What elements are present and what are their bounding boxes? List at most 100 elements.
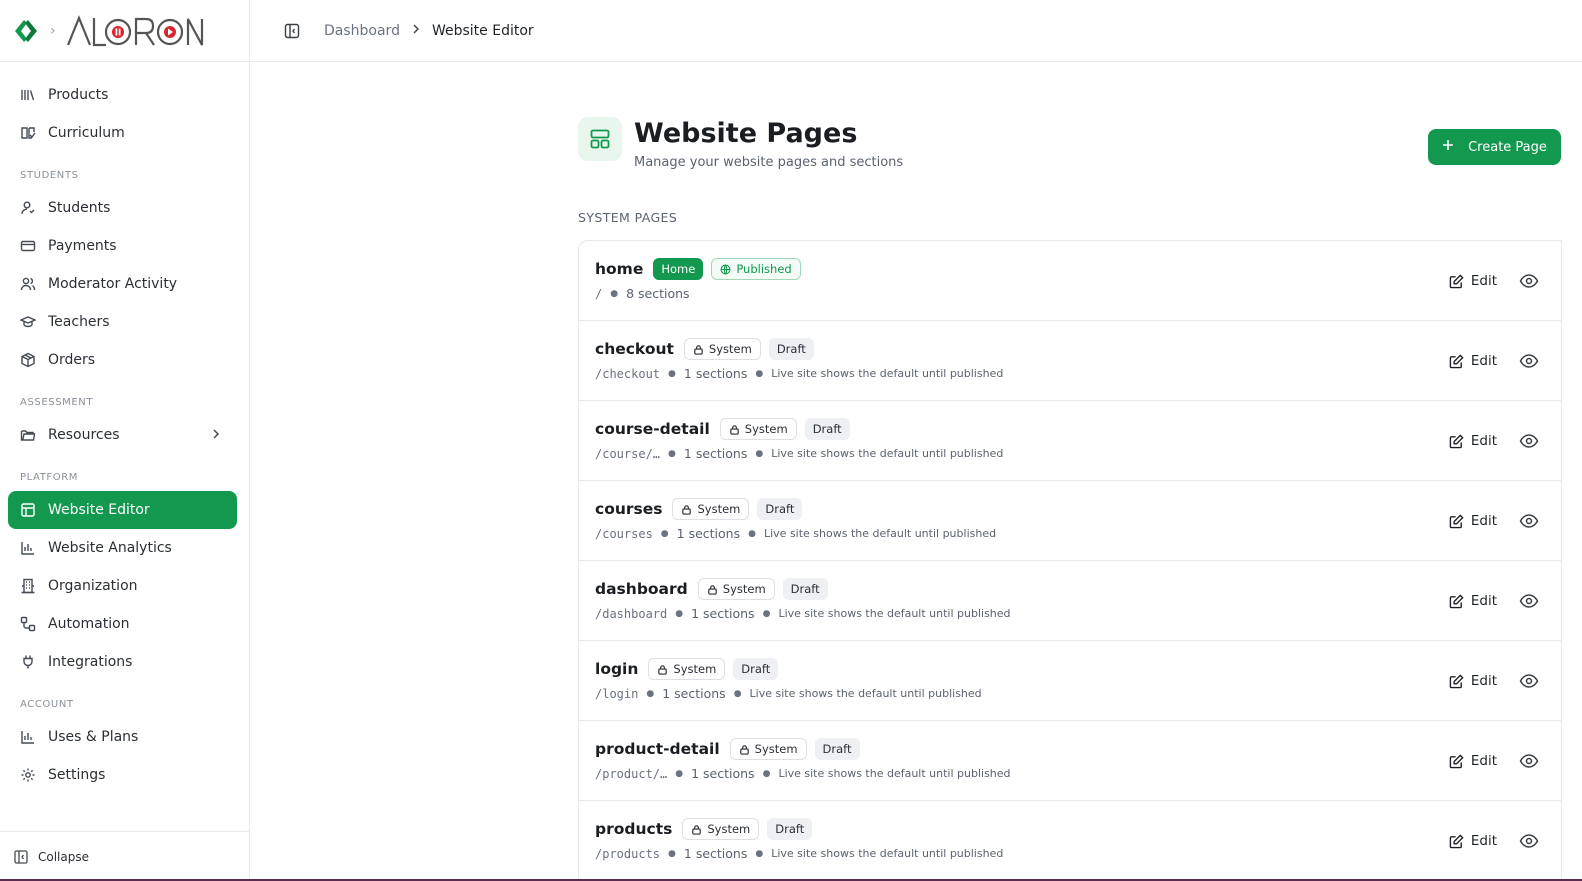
- page-sections-count: 8 sections: [626, 286, 690, 301]
- sidebar-item-automation[interactable]: Automation: [8, 605, 237, 643]
- page-sections-count: 1 sections: [683, 366, 748, 381]
- sidebar-item-orders[interactable]: Orders: [8, 341, 237, 379]
- plug-icon: [20, 654, 36, 670]
- sidebar-item-curriculum[interactable]: Curriculum: [8, 114, 237, 152]
- app: › Products Curriculum STUDENTS Students …: [0, 0, 1582, 881]
- page-sections-count: 1 sections: [662, 686, 726, 701]
- sidebar-item-website-analytics[interactable]: Website Analytics: [8, 529, 237, 567]
- edit-button[interactable]: Edit: [1449, 833, 1497, 849]
- separator-dot: ●: [668, 368, 676, 379]
- page-row-checkout[interactable]: checkout System Draft/checkout ● 1 sections ●…: [579, 321, 1561, 401]
- badge-label: System: [754, 742, 798, 756]
- edit-icon: [1449, 673, 1464, 689]
- page-row-course-detail[interactable]: course-detail System Draft/course/… ● 1 sect…: [579, 401, 1561, 481]
- sidebar-item-integrations[interactable]: Integrations: [8, 643, 237, 681]
- edit-button[interactable]: Edit: [1449, 273, 1497, 289]
- page-row-meta: /products ● 1 sections ● Live site shows the…: [595, 846, 1561, 861]
- book-open-icon: [20, 125, 36, 141]
- page-row-meta: /dashboard ● 1 sections ● Live site shows th…: [595, 606, 1561, 621]
- page-row-header: home Home Published: [595, 258, 1561, 280]
- preview-eye-icon[interactable]: [1519, 591, 1539, 611]
- edit-label: Edit: [1470, 433, 1497, 449]
- edit-button[interactable]: Edit: [1449, 433, 1497, 449]
- preview-eye-icon[interactable]: [1519, 431, 1539, 451]
- sidebar-item-uses-plans[interactable]: Uses & Plans: [8, 718, 237, 756]
- badge-label: Draft: [812, 422, 842, 436]
- brand: ›: [0, 0, 249, 62]
- draft-badge: Draft: [767, 818, 813, 840]
- lock-icon: [707, 584, 718, 595]
- sidebar-item-label: Teachers: [48, 314, 110, 330]
- page-row-login[interactable]: login System Draft/login ● 1 sections ● Live s…: [579, 641, 1561, 721]
- edit-button[interactable]: Edit: [1449, 593, 1497, 609]
- collapse-label: Collapse: [38, 849, 89, 864]
- page-row-actions: Edit: [1449, 591, 1539, 611]
- system-badge: System: [683, 338, 761, 360]
- page-row-actions: Edit: [1449, 351, 1539, 371]
- page-row-actions: Edit: [1449, 751, 1539, 771]
- preview-eye-icon[interactable]: [1519, 671, 1539, 691]
- collapse-button[interactable]: Collapse: [0, 831, 249, 881]
- brand-wordmark: [66, 14, 206, 48]
- sidebar-item-products[interactable]: Products: [8, 76, 237, 114]
- draft-badge: Draft: [757, 498, 803, 520]
- create-page-button[interactable]: Create Page: [1428, 129, 1561, 165]
- breadcrumb-dashboard[interactable]: Dashboard: [324, 23, 400, 39]
- sidebar-item-teachers[interactable]: Teachers: [8, 303, 237, 341]
- sidebar-item-resources[interactable]: Resources: [8, 416, 237, 454]
- sidebar-item-students[interactable]: Students: [8, 189, 237, 227]
- separator-dot: ●: [675, 768, 684, 779]
- sidebar-toggle-icon[interactable]: [284, 23, 300, 39]
- chevron-right-icon[interactable]: [209, 427, 223, 445]
- edit-label: Edit: [1470, 513, 1497, 529]
- edit-button[interactable]: Edit: [1449, 753, 1497, 769]
- edit-label: Edit: [1470, 833, 1497, 849]
- page-row-product-detail[interactable]: product-detail System Draft/product/… ● 1 se…: [579, 721, 1561, 801]
- lock-icon: [739, 744, 750, 755]
- preview-eye-icon[interactable]: [1519, 751, 1539, 771]
- logo-icon[interactable]: [12, 17, 40, 45]
- separator-dot: ●: [755, 848, 764, 859]
- sidebar-item-payments[interactable]: Payments: [8, 227, 237, 265]
- sidebar-item-moderator-activity[interactable]: Moderator Activity: [8, 265, 237, 303]
- page-row-courses[interactable]: courses System Draft/courses ● 1 sections ● Li…: [579, 481, 1561, 561]
- page-row-home[interactable]: home Home Published / ● 8 sections Edit: [579, 241, 1561, 321]
- sidebar-item-settings[interactable]: Settings: [8, 756, 237, 794]
- sidebar-item-label: Students: [48, 200, 111, 216]
- page-sections-count: 1 sections: [676, 526, 741, 541]
- sidebar-item-organization[interactable]: Organization: [8, 567, 237, 605]
- badge-label: Draft: [741, 662, 771, 676]
- pages-list: home Home Published / ● 8 sections Edit checkou…: [578, 240, 1562, 881]
- layout-icon: [578, 117, 622, 161]
- page-row-dashboard[interactable]: dashboard System Draft/dashboard ● 1 section…: [579, 561, 1561, 641]
- badge-label: System: [707, 822, 751, 836]
- nav-section-assessment: ASSESSMENT: [20, 397, 94, 408]
- page-row-actions: Edit: [1449, 431, 1539, 451]
- page-note: Live site shows the default until publis…: [763, 527, 997, 540]
- edit-button[interactable]: Edit: [1449, 353, 1497, 369]
- badge-label: System: [673, 662, 717, 676]
- preview-eye-icon[interactable]: [1519, 831, 1539, 851]
- gear-icon: [20, 767, 36, 783]
- sidebar-item-website-editor[interactable]: Website Editor: [8, 491, 237, 529]
- preview-eye-icon[interactable]: [1519, 351, 1539, 371]
- sidebar-item-label: Resources: [48, 427, 120, 443]
- edit-button[interactable]: Edit: [1449, 513, 1497, 529]
- separator-dot: ●: [762, 768, 771, 779]
- preview-eye-icon[interactable]: [1519, 271, 1539, 291]
- page-path: /course/…: [595, 446, 661, 461]
- page-header: Website Pages Manage your website pages …: [578, 117, 903, 170]
- sidebar-item-label: Curriculum: [48, 125, 125, 141]
- page-title: Website Pages: [634, 118, 858, 149]
- nav-section-students: STUDENTS: [20, 170, 79, 181]
- lock-icon: [693, 344, 704, 355]
- sidebar-item-label: Moderator Activity: [48, 276, 178, 292]
- sidebar-item-label: Orders: [48, 352, 96, 368]
- edit-button[interactable]: Edit: [1449, 673, 1497, 689]
- page-row-actions: Edit: [1449, 831, 1539, 851]
- page-row-products[interactable]: products System Draft/products ● 1 sections ●…: [579, 801, 1561, 881]
- workflow-icon: [20, 616, 36, 632]
- sidebar-item-label: Integrations: [48, 654, 133, 670]
- create-page-label: Create Page: [1468, 139, 1547, 155]
- preview-eye-icon[interactable]: [1519, 511, 1539, 531]
